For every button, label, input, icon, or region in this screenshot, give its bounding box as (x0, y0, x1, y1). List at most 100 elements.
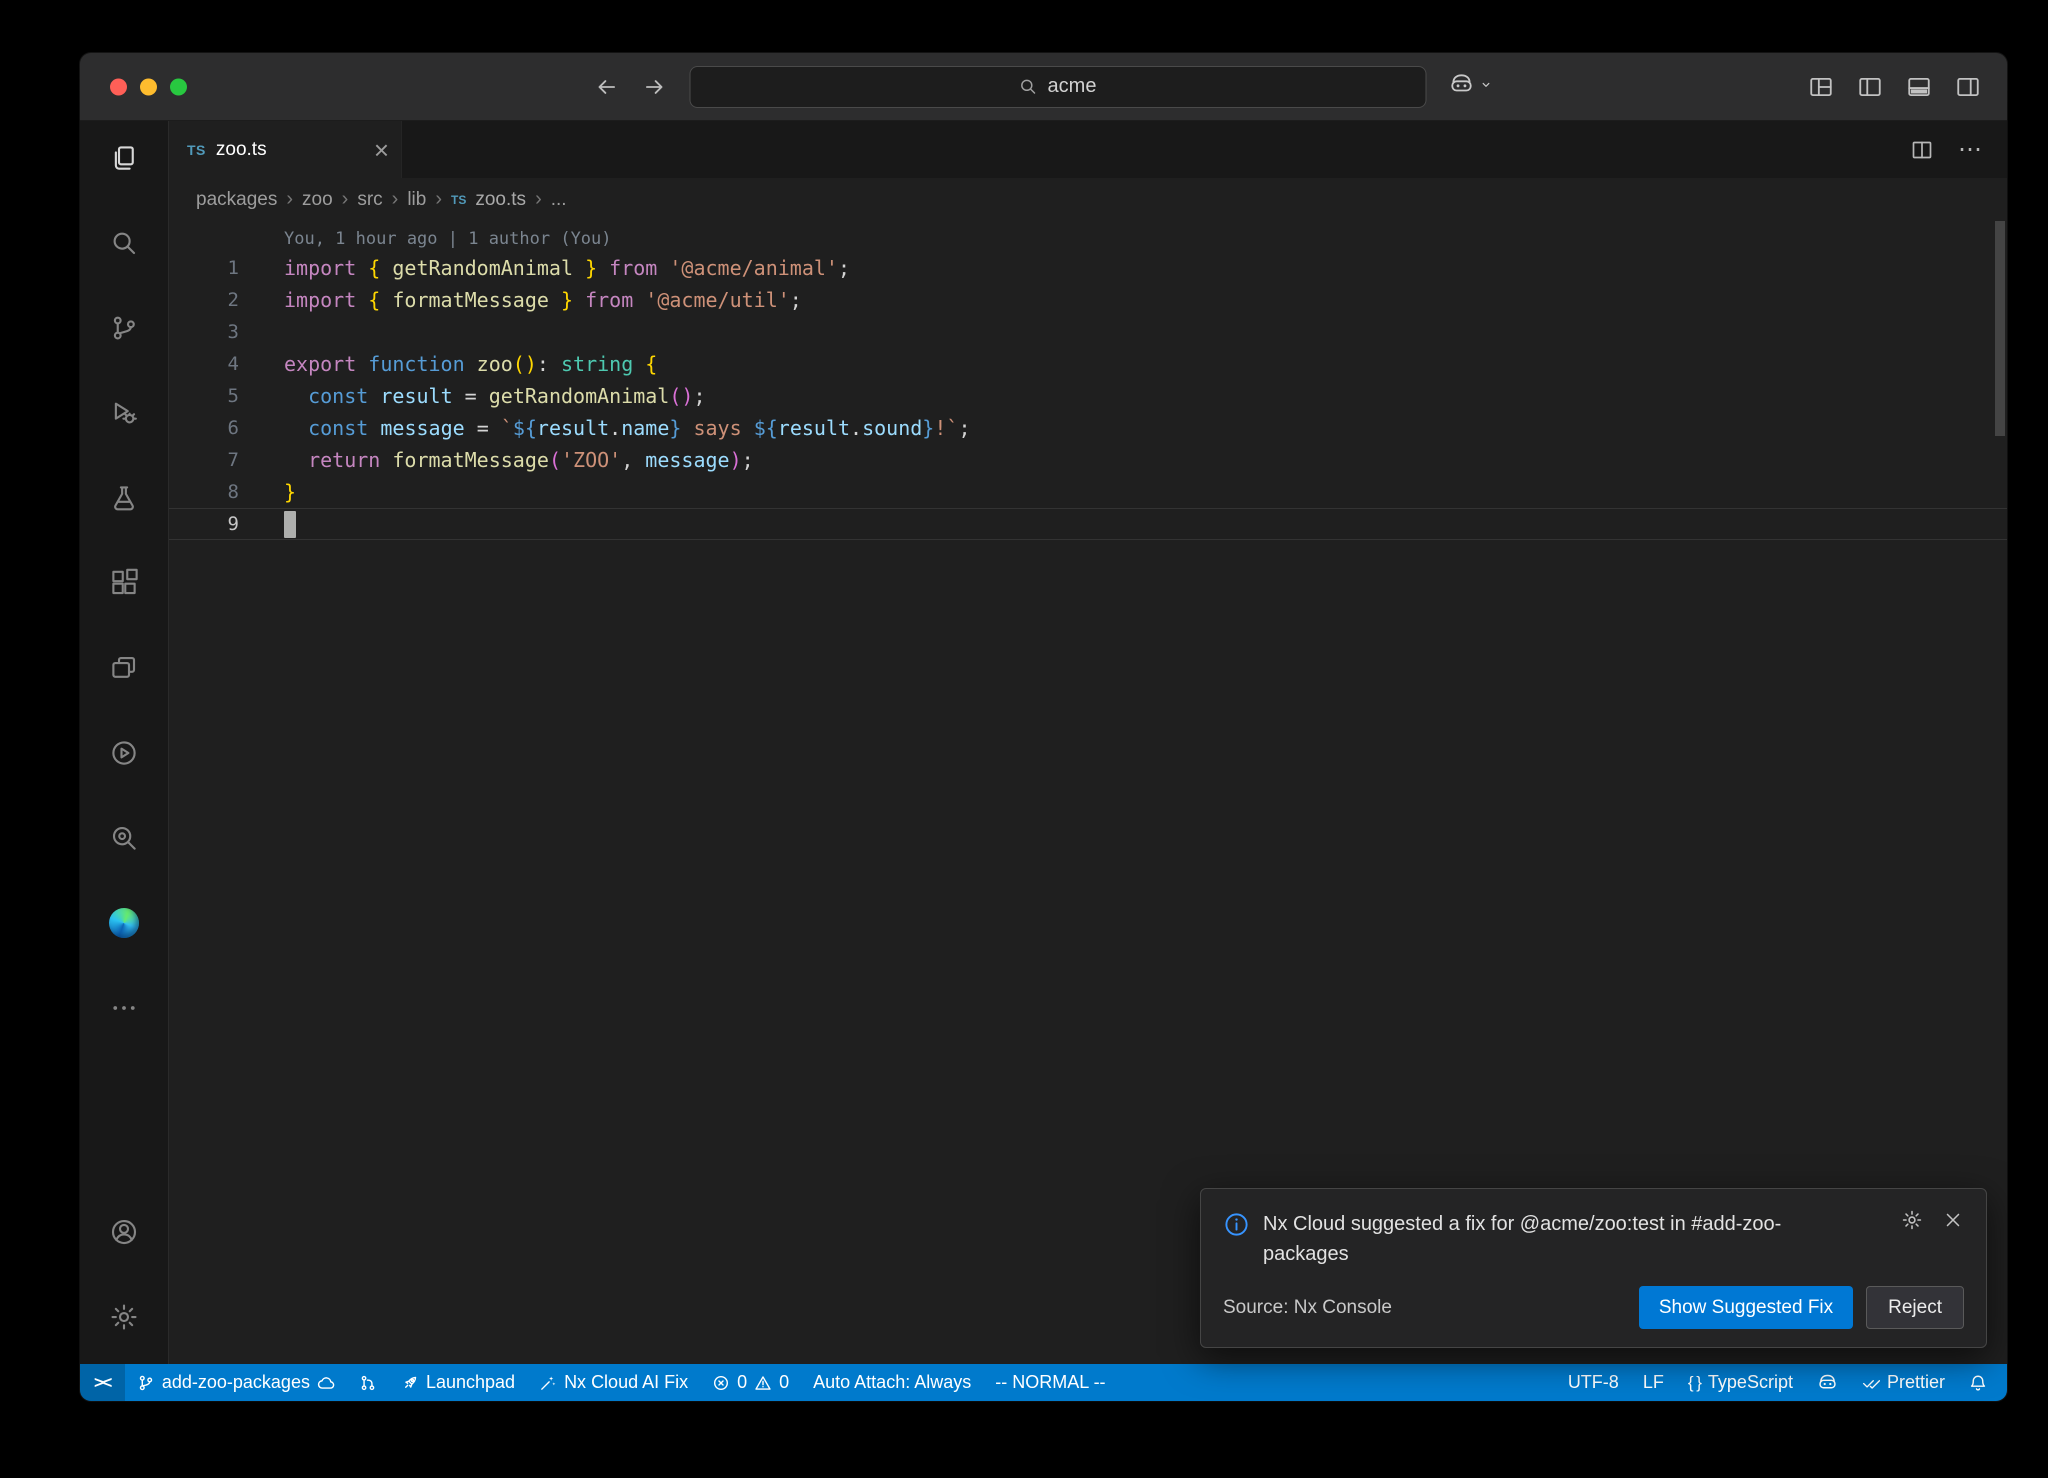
activity-item-explorer[interactable] (96, 130, 152, 186)
breadcrumb-item[interactable]: src (357, 189, 382, 211)
statusbar-prettier[interactable]: Prettier (1850, 1364, 1957, 1401)
copilot-icon (1448, 71, 1474, 102)
breadcrumb-separator: › (435, 188, 442, 211)
line-number[interactable]: 9 (169, 513, 239, 535)
copilot-menu-button[interactable] (1448, 71, 1494, 102)
code-line-5[interactable]: 5 const result = getRandomAnimal(); (169, 380, 2007, 412)
line-number[interactable]: 3 (169, 321, 239, 343)
statusbar-language[interactable]: { }TypeScript (1676, 1364, 1805, 1401)
activity-bar (80, 121, 169, 1364)
info-icon (1223, 1211, 1250, 1238)
gear-icon (109, 1302, 139, 1332)
notification-source: Source: Nx Console (1223, 1297, 1392, 1319)
activity-item-edge-tools[interactable] (96, 895, 152, 951)
breadcrumb-more[interactable]: ... (551, 189, 567, 211)
remote-indicator[interactable]: >< (80, 1364, 125, 1401)
breadcrumb-item[interactable]: zoo (302, 189, 333, 211)
activity-item-more-views[interactable] (96, 980, 152, 1036)
line-number[interactable]: 2 (169, 289, 239, 311)
bell-icon (1969, 1374, 1987, 1392)
activity-item-gitlens-inspect[interactable] (96, 810, 152, 866)
window-close-button[interactable] (110, 78, 127, 95)
breadcrumb-item[interactable]: lib (407, 189, 426, 211)
split-editor-icon[interactable] (1910, 138, 1934, 162)
activity-item-accounts[interactable] (96, 1204, 152, 1260)
code-line-9[interactable]: 9 (169, 508, 2007, 540)
statusbar-launchpad[interactable]: Launchpad (389, 1364, 527, 1401)
reject-button[interactable]: Reject (1866, 1286, 1964, 1329)
toggle-secondary-sidebar-button[interactable] (1955, 74, 1981, 100)
history-back-button[interactable] (593, 74, 619, 100)
statusbar-nx-cloud-ai-fix[interactable]: Nx Cloud AI Fix (527, 1364, 700, 1401)
line-number[interactable]: 7 (169, 449, 239, 471)
editor-scrollbar[interactable] (1995, 221, 2005, 436)
line-number[interactable]: 6 (169, 417, 239, 439)
beaker-icon (109, 483, 139, 513)
statusbar-vim-mode[interactable]: -- NORMAL -- (983, 1364, 1117, 1401)
breadcrumb-separator: › (535, 188, 542, 211)
window-zoom-button[interactable] (170, 78, 187, 95)
activity-item-extensions[interactable] (96, 555, 152, 611)
window-minimize-button[interactable] (140, 78, 157, 95)
toggle-panel-button[interactable] (1906, 74, 1932, 100)
code-text: const message = `${result.name} says ${r… (284, 416, 970, 440)
code-line-6[interactable]: 6 const message = `${result.name} says $… (169, 412, 2007, 444)
activity-item-nx-console[interactable] (96, 725, 152, 781)
breadcrumb-item[interactable]: packages (196, 189, 277, 211)
code-text: return formatMessage('ZOO', message); (284, 448, 754, 472)
customize-layout-button[interactable] (1808, 74, 1834, 100)
notification-settings-gear-icon[interactable] (1901, 1209, 1923, 1231)
search-icon (109, 228, 139, 258)
line-number[interactable]: 1 (169, 257, 239, 279)
files-icon (109, 143, 139, 173)
activity-item-testing[interactable] (96, 470, 152, 526)
activity-item-remote-explorer[interactable] (96, 640, 152, 696)
line-number[interactable]: 5 (169, 385, 239, 407)
statusbar-branch[interactable]: add-zoo-packages (125, 1364, 347, 1401)
tab-zoo-ts[interactable]: TS zoo.ts × (169, 121, 402, 178)
command-center-search[interactable]: acme (689, 66, 1426, 108)
statusbar-eol-label: LF (1643, 1372, 1664, 1393)
breadcrumb-separator: › (392, 188, 399, 211)
wand-icon (539, 1374, 557, 1392)
statusbar-encoding[interactable]: UTF-8 (1556, 1364, 1631, 1401)
code-line-2[interactable]: 2import { formatMessage } from '@acme/ut… (169, 284, 2007, 316)
editor-more-actions-icon[interactable]: ⋯ (1958, 135, 1983, 164)
statusbar-prettier-label: Prettier (1887, 1372, 1945, 1393)
show-suggested-fix-button[interactable]: Show Suggested Fix (1639, 1286, 1853, 1329)
tab-bar: TS zoo.ts × ⋯ (169, 121, 2007, 178)
statusbar-auto-attach[interactable]: Auto Attach: Always (801, 1364, 983, 1401)
titlebar: acme (80, 53, 2007, 121)
gitlens-blame-annotation: You, 1 hour ago | 1 author (You) (284, 229, 612, 249)
code-line-4[interactable]: 4export function zoo(): string { (169, 348, 2007, 380)
statusbar-problems[interactable]: 00 (700, 1364, 801, 1401)
code-line-7[interactable]: 7 return formatMessage('ZOO', message); (169, 444, 2007, 476)
warning-icon (754, 1374, 772, 1392)
statusbar-commit-graph[interactable] (347, 1364, 389, 1401)
statusbar-copilot[interactable] (1805, 1364, 1850, 1401)
notification-message: Nx Cloud suggested a fix for @acme/zoo:t… (1263, 1209, 1823, 1269)
toggle-primary-sidebar-button[interactable] (1857, 74, 1883, 100)
breadcrumb-file[interactable]: zoo.ts (475, 189, 526, 211)
code-line-3[interactable]: 3 (169, 316, 2007, 348)
notification-toast: Nx Cloud suggested a fix for @acme/zoo:t… (1200, 1188, 1987, 1348)
history-forward-button[interactable] (641, 74, 667, 100)
ellipsis-icon (109, 993, 139, 1023)
activity-item-source-control[interactable] (96, 300, 152, 356)
tab-close-icon[interactable]: × (374, 137, 389, 163)
remote-icon: >< (94, 1373, 111, 1393)
search-ref-icon (109, 823, 139, 853)
notification-close-icon[interactable] (1942, 1209, 1964, 1231)
statusbar-launchpad-label: Launchpad (426, 1372, 515, 1393)
code-line-8[interactable]: 8} (169, 476, 2007, 508)
line-number[interactable]: 8 (169, 481, 239, 503)
statusbar-eol[interactable]: LF (1631, 1364, 1676, 1401)
statusbar-notifications-bell[interactable] (1957, 1364, 1999, 1401)
activity-item-search[interactable] (96, 215, 152, 271)
activity-item-run-debug[interactable] (96, 385, 152, 441)
rocket-icon (401, 1374, 419, 1392)
activity-item-settings[interactable] (96, 1289, 152, 1345)
git-graph-icon (359, 1374, 377, 1392)
line-number[interactable]: 4 (169, 353, 239, 375)
code-line-1[interactable]: 1import { getRandomAnimal } from '@acme/… (169, 252, 2007, 284)
